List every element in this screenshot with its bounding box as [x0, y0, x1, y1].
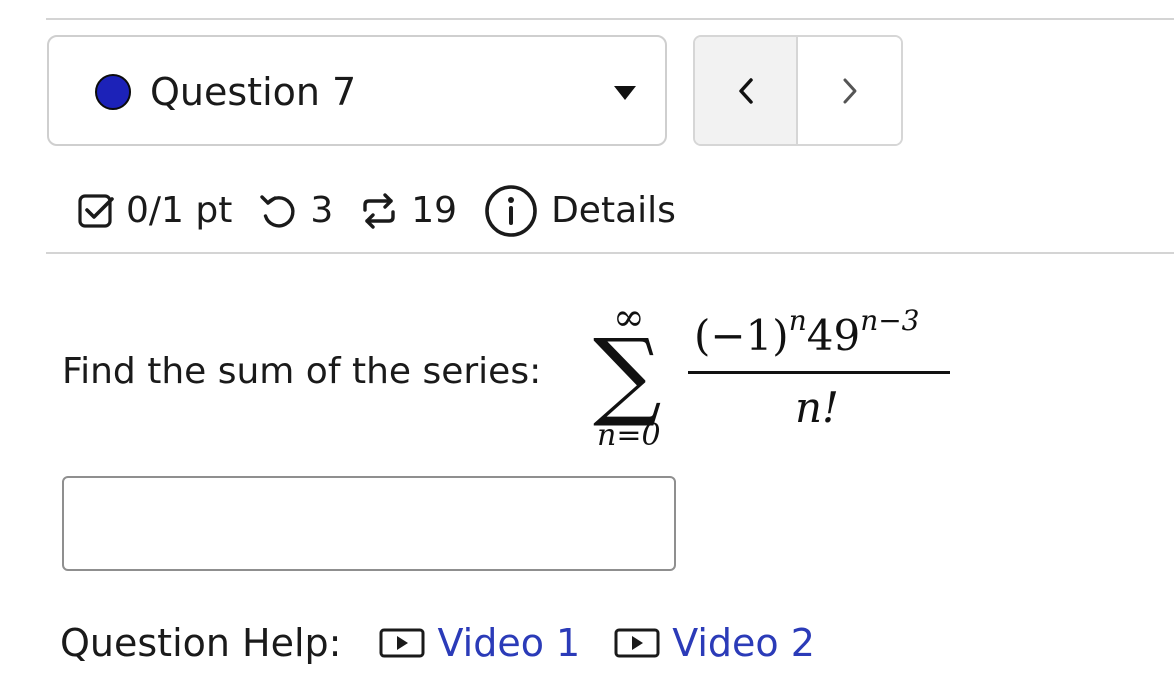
numerator-base: (−1): [694, 311, 789, 360]
sum-lower-limit: n=0: [597, 418, 661, 453]
play-video-icon: [614, 628, 660, 658]
answer-input[interactable]: [62, 476, 676, 571]
retries-count: 3: [310, 190, 334, 231]
denominator-text: n!: [795, 383, 839, 432]
top-divider: [46, 18, 1174, 20]
fraction-denominator: n!: [795, 384, 839, 432]
question-status-dot: [95, 74, 131, 110]
question-selector-label: Question 7: [150, 70, 357, 114]
submissions-count: 19: [411, 190, 458, 231]
numerator-middle: 49: [806, 311, 861, 360]
chevron-left-icon: [738, 77, 753, 104]
chevron-right-icon: [843, 78, 856, 103]
numerator-exponent-2: n−3: [860, 304, 920, 337]
details-label: Details: [551, 190, 676, 231]
video-1-link[interactable]: Video 1: [379, 619, 580, 667]
question-help-label: Question Help:: [60, 621, 342, 665]
dropdown-caret-icon: [614, 86, 636, 100]
previous-question-button[interactable]: [695, 37, 798, 144]
details-button[interactable]: Details: [483, 183, 676, 239]
video-2-link[interactable]: Video 2: [614, 619, 815, 667]
question-status-bar: 0/1 pt 3 19 Details: [76, 180, 676, 242]
question-selector[interactable]: Question 7: [47, 35, 667, 146]
retry-icon: [260, 195, 295, 228]
question-prompt: Find the sum of the series:: [62, 351, 542, 392]
section-divider: [46, 252, 1174, 254]
summation-sign: ∑: [593, 318, 662, 430]
play-video-icon: [379, 628, 425, 658]
next-question-button[interactable]: [798, 37, 901, 144]
question-help: Question Help: Video 1 Video 2: [60, 618, 849, 668]
fraction-numerator: (−1)n49n−3: [694, 307, 920, 360]
video-1-label: Video 1: [437, 621, 581, 665]
info-icon: [485, 185, 537, 237]
question-nav: [693, 35, 903, 146]
points-text: 0/1 pt: [126, 190, 233, 231]
checkbox-score-icon: [78, 194, 114, 228]
video-2-label: Video 2: [672, 621, 815, 665]
numerator-exponent-1: n: [788, 304, 807, 337]
submissions-repeat-icon: [363, 193, 395, 229]
fraction-bar: [688, 371, 950, 374]
